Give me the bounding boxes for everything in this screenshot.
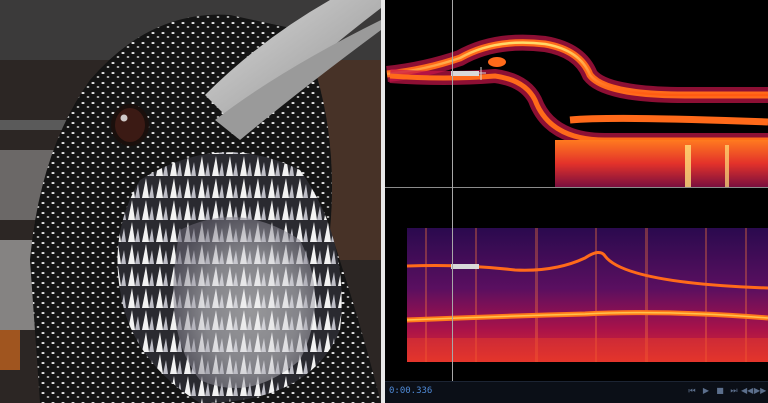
fast-forward-icon[interactable]: ▶▶ [754,386,766,396]
skip-back-icon[interactable]: ⏮ [687,386,697,396]
play-icon[interactable]: ▶ [701,386,711,396]
spectrogram-bottom-pane[interactable] [385,188,768,382]
spectrogram-viewer: 0:00.336 ⏮ ▶ ■ ⏭ ◀◀ ▶▶ [385,0,768,403]
bird-photo-illustration [0,0,381,403]
transport-bar: 0:00.336 ⏮ ▶ ■ ⏭ ◀◀ ▶▶ [385,381,768,403]
bird-photo-panel [0,0,381,403]
timecode-display: 0:00.336 [389,386,433,396]
spectrogram-recording [385,188,768,382]
rewind-icon[interactable]: ◀◀ [741,386,753,396]
spectrogram-bird-shape [386,34,768,187]
stop-icon[interactable]: ■ [715,386,725,396]
playhead-line[interactable] [452,0,453,382]
skip-forward-icon[interactable]: ⏭ [729,386,739,396]
spectrogram-top-pane[interactable] [385,0,768,187]
